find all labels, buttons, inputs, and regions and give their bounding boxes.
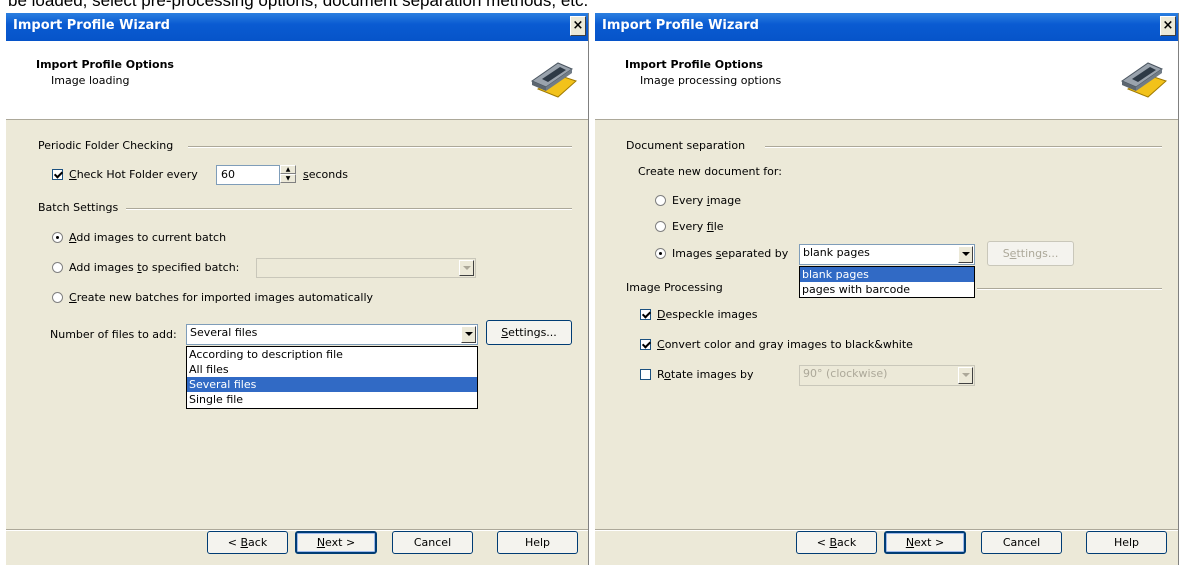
chevron-down-icon[interactable] bbox=[461, 326, 476, 343]
radio-button[interactable] bbox=[52, 262, 63, 273]
help-button[interactable]: Help bbox=[1086, 531, 1167, 554]
title-bar[interactable]: Import Profile Wizard × bbox=[6, 13, 588, 41]
despeckle-checkbox[interactable]: Despeckle images bbox=[640, 308, 757, 321]
settings-button[interactable]: Settings... bbox=[987, 241, 1074, 266]
window-title: Import Profile Wizard bbox=[13, 18, 170, 33]
interval-spinner[interactable]: ▲ ▼ bbox=[280, 165, 296, 185]
files-to-add-dropdown: According to description file All files … bbox=[186, 346, 478, 409]
periodic-group-label: Periodic Folder Checking bbox=[38, 139, 174, 152]
cancel-button[interactable]: Cancel bbox=[981, 531, 1062, 554]
window-title: Import Profile Wizard bbox=[602, 18, 759, 33]
docsep-group-label: Document separation bbox=[626, 139, 746, 152]
back-button[interactable]: < Back bbox=[796, 531, 877, 554]
header-title: Import Profile Options bbox=[36, 58, 174, 71]
batch-group-label: Batch Settings bbox=[38, 201, 119, 214]
checkbox-box[interactable] bbox=[640, 309, 651, 320]
spin-up-icon[interactable]: ▲ bbox=[280, 165, 296, 174]
group-divider bbox=[126, 208, 572, 210]
chevron-down-icon[interactable] bbox=[958, 246, 973, 263]
header-title: Import Profile Options bbox=[625, 58, 763, 71]
scanner-folder-icon bbox=[1120, 62, 1167, 98]
spin-down-icon[interactable]: ▼ bbox=[280, 174, 296, 183]
close-button[interactable]: × bbox=[1160, 16, 1176, 36]
wizard-header: Import Profile Options Image loading bbox=[6, 41, 588, 120]
create-doc-label: Create new document for: bbox=[638, 165, 782, 178]
radio-button[interactable] bbox=[655, 221, 666, 232]
rotate-checkbox[interactable]: Rotate images by bbox=[640, 368, 754, 381]
dropdown-option[interactable]: Single file bbox=[187, 392, 477, 407]
chevron-down-icon[interactable] bbox=[459, 260, 474, 276]
back-button[interactable]: < Back bbox=[207, 531, 288, 554]
radio-button[interactable] bbox=[655, 248, 666, 259]
header-subtitle: Image loading bbox=[51, 74, 130, 87]
convert-bw-checkbox[interactable]: Convert color and gray images to black&w… bbox=[640, 338, 913, 351]
group-divider bbox=[765, 146, 1162, 148]
dropdown-option[interactable]: All files bbox=[187, 362, 477, 377]
checkbox-box[interactable] bbox=[52, 169, 63, 180]
radio-button[interactable] bbox=[52, 232, 63, 243]
separation-method-select[interactable]: blank pages bbox=[799, 244, 975, 265]
radio-every-image[interactable]: Every image bbox=[655, 194, 741, 207]
dropdown-option[interactable]: According to description file bbox=[187, 347, 477, 362]
checkbox-box[interactable] bbox=[640, 369, 651, 380]
cancel-button[interactable]: Cancel bbox=[392, 531, 473, 554]
radio-button[interactable] bbox=[52, 292, 63, 303]
import-wizard-image-loading: Import Profile Wizard × Import Profile O… bbox=[5, 13, 589, 565]
next-button[interactable]: Next > bbox=[884, 531, 966, 554]
radio-images-separated[interactable]: Images separated by bbox=[655, 247, 788, 260]
imgproc-group-label: Image Processing bbox=[626, 281, 723, 294]
radio-current-batch[interactable]: Add images to current batch bbox=[52, 231, 226, 244]
group-divider bbox=[977, 288, 1162, 290]
dropdown-option[interactable]: pages with barcode bbox=[800, 282, 974, 297]
group-divider bbox=[188, 146, 572, 148]
help-button[interactable]: Help bbox=[497, 531, 578, 554]
next-button[interactable]: Next > bbox=[295, 531, 377, 554]
chevron-down-icon[interactable] bbox=[958, 367, 973, 384]
title-bar[interactable]: Import Profile Wizard × bbox=[595, 13, 1178, 41]
radio-create-new-batches[interactable]: Create new batches for imported images a… bbox=[52, 291, 373, 304]
files-to-add-select[interactable]: Several files bbox=[186, 324, 478, 345]
header-subtitle: Image processing options bbox=[640, 74, 782, 87]
radio-specified-batch[interactable]: Add images to specified batch: bbox=[52, 261, 239, 274]
check-hot-folder-checkbox[interactable]: Check Hot Folder every bbox=[52, 168, 198, 181]
settings-button[interactable]: Settings... bbox=[486, 320, 572, 345]
import-wizard-image-processing: Import Profile Wizard × Import Profile O… bbox=[594, 13, 1179, 565]
dropdown-option[interactable]: blank pages bbox=[800, 267, 974, 282]
wizard-header: Import Profile Options Image processing … bbox=[595, 41, 1178, 120]
specified-batch-select[interactable] bbox=[256, 258, 476, 278]
separation-method-dropdown: blank pages pages with barcode bbox=[799, 266, 975, 298]
dropdown-option[interactable]: Several files bbox=[187, 377, 477, 392]
seconds-label: seconds bbox=[303, 168, 348, 181]
radio-button[interactable] bbox=[655, 195, 666, 206]
rotate-angle-select[interactable]: 90° (clockwise) bbox=[799, 365, 975, 386]
close-button[interactable]: × bbox=[570, 16, 586, 36]
files-to-add-label: Number of files to add: bbox=[50, 328, 177, 341]
radio-every-file[interactable]: Every file bbox=[655, 220, 724, 233]
checkbox-box[interactable] bbox=[640, 339, 651, 350]
scanner-folder-icon bbox=[530, 62, 577, 98]
caption-text: be loaded, select pre-processing options… bbox=[8, 0, 589, 10]
interval-input[interactable]: 60 bbox=[216, 165, 280, 185]
